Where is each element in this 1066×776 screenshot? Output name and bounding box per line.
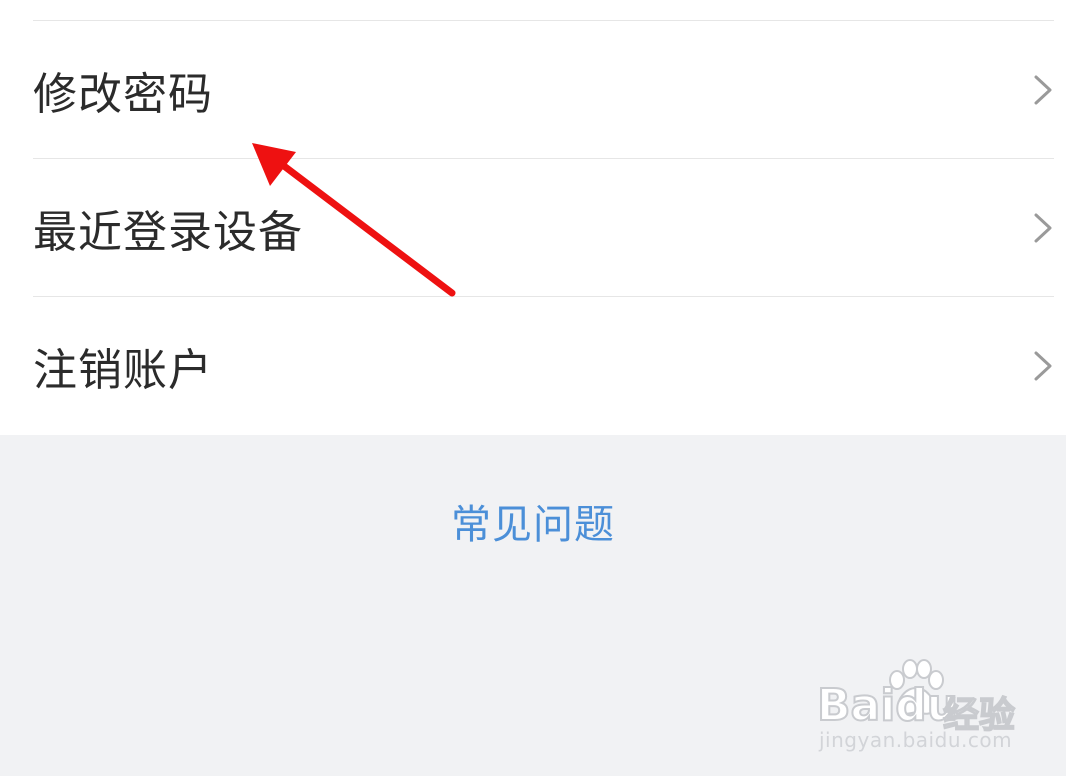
faq-link[interactable]: 常见问题 bbox=[0, 492, 1066, 550]
watermark-brand: Baidu bbox=[816, 679, 959, 732]
chevron-right-icon bbox=[1034, 213, 1052, 243]
menu-item-recent-devices[interactable]: 最近登录设备 bbox=[0, 159, 1066, 297]
screen: 修改密码 最近登录设备 注销账户 常见问题 Baidu 经验 jingyan.b… bbox=[0, 0, 1066, 776]
chevron-right-icon bbox=[1034, 75, 1052, 105]
chevron-right-icon bbox=[1034, 351, 1052, 381]
menu-item-delete-account[interactable]: 注销账户 bbox=[0, 297, 1066, 435]
menu-item-change-password[interactable]: 修改密码 bbox=[0, 21, 1066, 159]
watermark-url: jingyan.baidu.com bbox=[819, 728, 1013, 752]
menu-item-label: 最近登录设备 bbox=[33, 207, 303, 258]
menu-item-label: 注销账户 bbox=[33, 345, 213, 396]
settings-menu-panel: 修改密码 最近登录设备 注销账户 bbox=[0, 0, 1066, 435]
menu-item-label: 修改密码 bbox=[33, 69, 213, 120]
baidu-jingyan-watermark: Baidu 经验 jingyan.baidu.com bbox=[815, 658, 1035, 758]
